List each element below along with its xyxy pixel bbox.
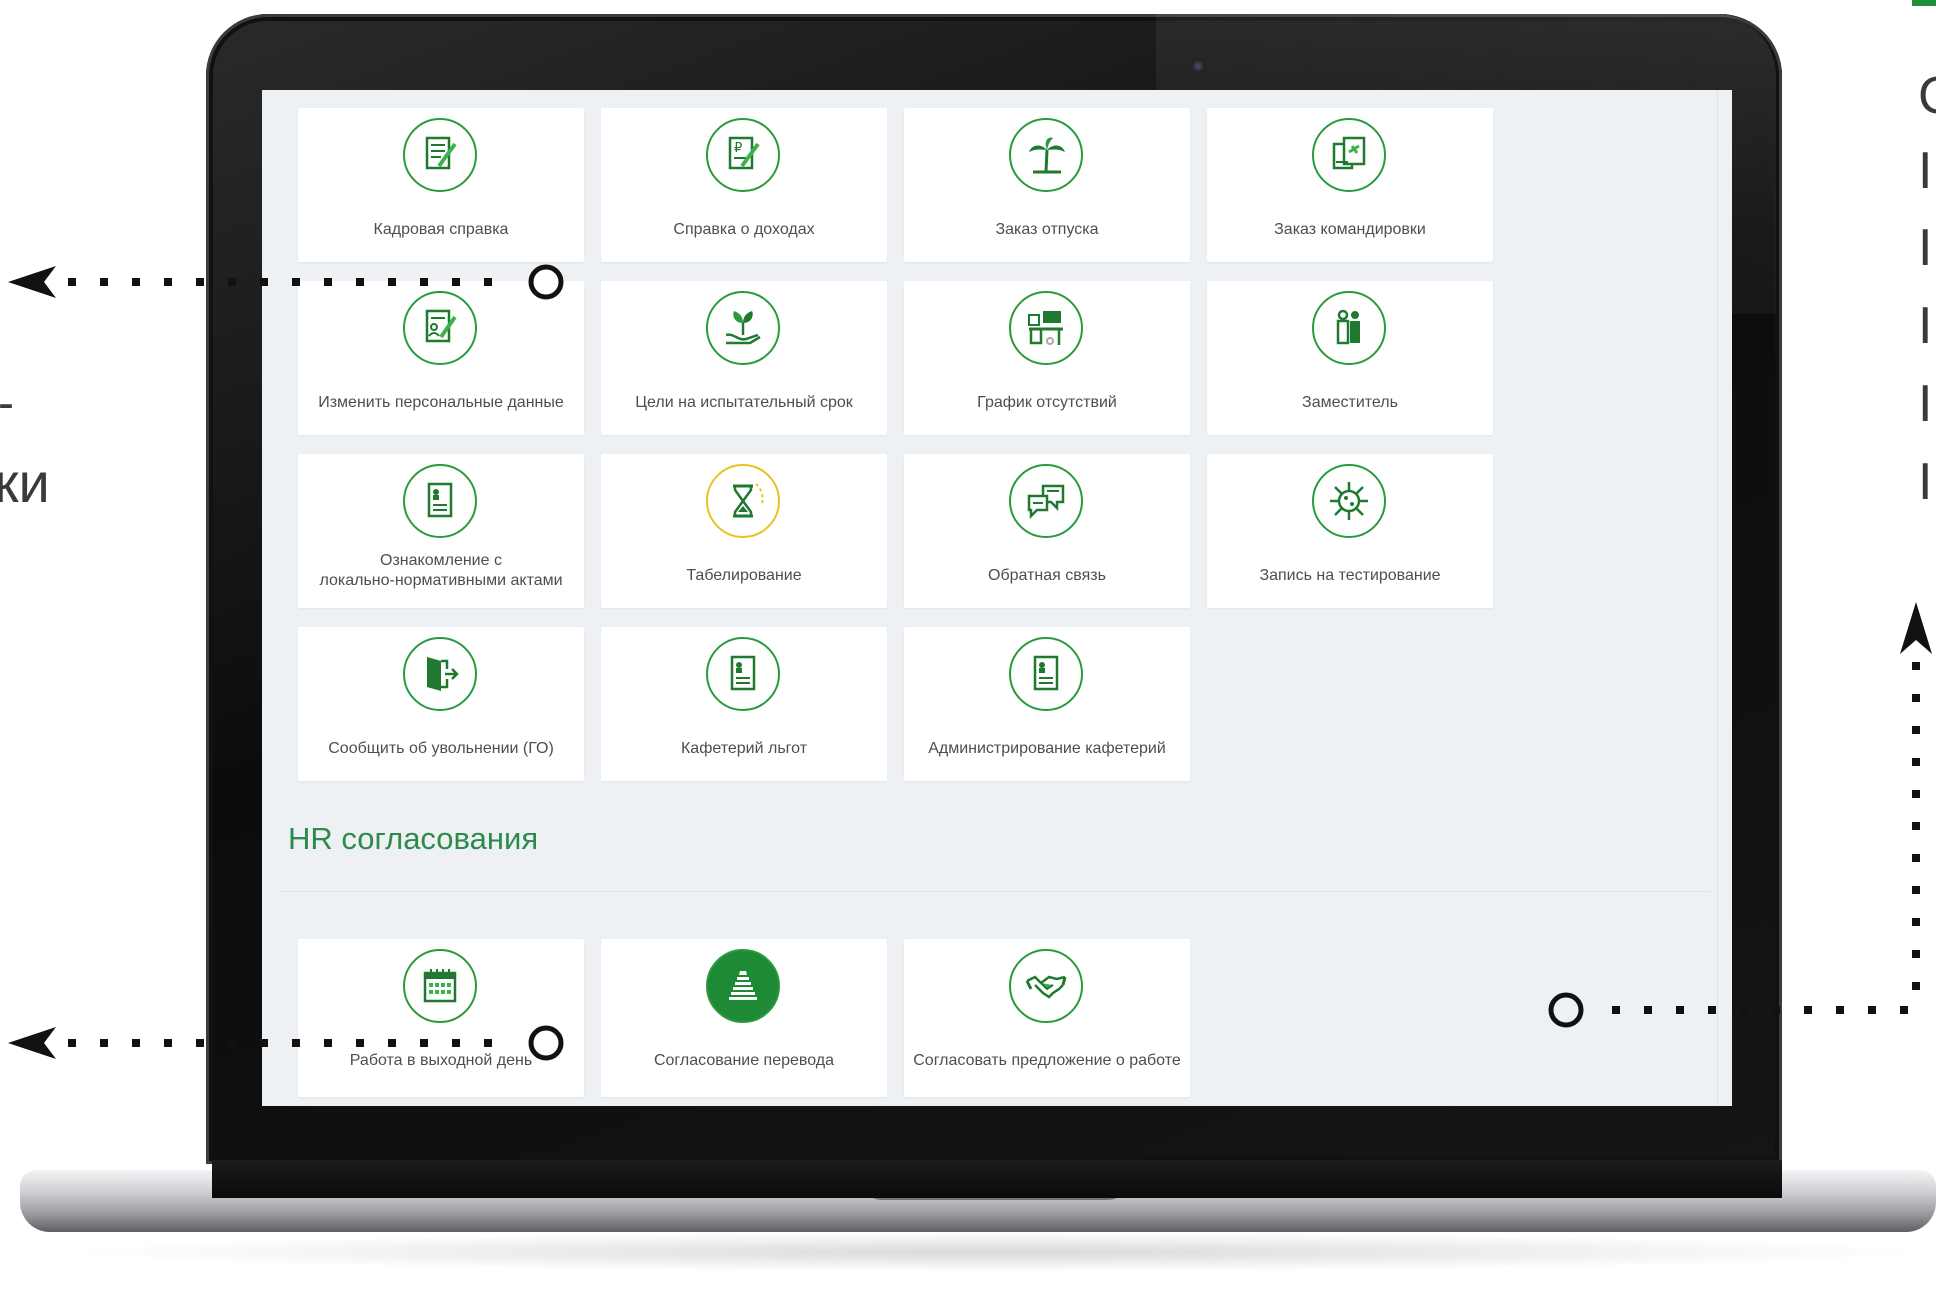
chat-bubbles-icon: [1009, 464, 1083, 538]
card-label: Сообщить об увольнении (ГО): [328, 740, 554, 757]
card-label: Кадровая справка: [373, 221, 509, 238]
card-label: Заказ отпуска: [995, 221, 1099, 238]
card-label: Ознакомление с локально-нормативными акт…: [298, 551, 584, 591]
handshake-icon: [1009, 949, 1083, 1023]
card-benefits-cafeteria[interactable]: Кафетерий льгот: [601, 627, 887, 781]
badge-document-icon: [403, 464, 477, 538]
card-label: Справка о доходах: [673, 221, 815, 238]
card-probation-goals[interactable]: Цели на испытательный срок: [601, 281, 887, 435]
card-change-personal-data[interactable]: Изменить персональные данные: [298, 281, 584, 435]
laptop-shadow: [60, 1232, 1936, 1272]
card-label: Работа в выходной день: [349, 1052, 533, 1069]
card-job-offer-approval[interactable]: Согласовать предложение о работе: [904, 939, 1190, 1097]
card-testing-signup[interactable]: Запись на тестирование: [1207, 454, 1493, 608]
right-edge-text-fragment: I: [1918, 219, 1933, 277]
ruble-document-icon: ₽: [706, 118, 780, 192]
card-timesheet[interactable]: Табелирование: [601, 454, 887, 608]
card-weekend-work[interactable]: Работа в выходной день: [298, 939, 584, 1097]
travel-documents-icon: [1312, 118, 1386, 192]
right-edge-text-fragment: I: [1918, 453, 1933, 511]
badge-document-icon: [1009, 637, 1083, 711]
card-report-dismissal[interactable]: Сообщить об увольнении (ГО): [298, 627, 584, 781]
palm-tree-icon: [1009, 118, 1083, 192]
profile-edit-icon: [403, 291, 477, 365]
document-pen-icon: [403, 118, 477, 192]
virus-icon: [1312, 464, 1386, 538]
webcam-icon: [1191, 59, 1205, 73]
plant-hand-icon: [706, 291, 780, 365]
card-label: Изменить персональные данные: [318, 394, 564, 411]
app-screen: Кадровая справка ₽ Справка о доходах Зак…: [262, 90, 1732, 1106]
card-feedback[interactable]: Обратная связь: [904, 454, 1190, 608]
right-edge-text-fragment: I: [1918, 375, 1933, 433]
card-label: Заместитель: [1302, 394, 1398, 411]
desk-schedule-icon: [1009, 291, 1083, 365]
card-label: Табелирование: [686, 567, 802, 584]
card-vacation-order[interactable]: Заказ отпуска: [904, 108, 1190, 262]
card-hr-certificate[interactable]: Кадровая справка: [298, 108, 584, 262]
card-label: Согласовать предложение о работе: [913, 1052, 1181, 1069]
left-edge-text-fragment: ки: [0, 451, 50, 514]
badge-document-icon: [706, 637, 780, 711]
card-transfer-approval[interactable]: Согласование перевода: [601, 939, 887, 1097]
card-label: Цели на испытательный срок: [635, 394, 853, 411]
card-label: График отсутствий: [977, 394, 1117, 411]
card-business-trip-order[interactable]: Заказ командировки: [1207, 108, 1493, 262]
card-income-certificate[interactable]: ₽ Справка о доходах: [601, 108, 887, 262]
card-label: Согласование перевода: [653, 1052, 835, 1069]
card-label: Заказ командировки: [1274, 221, 1426, 238]
content-edge: [1717, 90, 1718, 1106]
calendar-icon: [403, 949, 477, 1023]
exit-door-icon: [403, 637, 477, 711]
card-label: Обратная связь: [988, 567, 1106, 584]
card-label: Кафетерий льгот: [680, 740, 808, 757]
card-label: Администрирование кафетерий: [928, 740, 1166, 757]
section-title-hr-approvals: HR согласования: [288, 821, 539, 856]
stairs-icon: [706, 949, 780, 1023]
right-edge-green-accent: [1912, 0, 1936, 6]
right-edge-text-fragment: I: [1918, 142, 1933, 200]
left-edge-dash-fragment: -: [0, 380, 14, 428]
card-cafeteria-admin[interactable]: Администрирование кафетерий: [904, 627, 1190, 781]
card-local-regulations[interactable]: Ознакомление с локально-нормативными акт…: [298, 454, 584, 608]
section-divider: [280, 891, 1710, 892]
card-label-line: локально-нормативными актами: [319, 572, 563, 589]
hourglass-icon: [706, 464, 780, 538]
two-people-icon: [1312, 291, 1386, 365]
card-deputy[interactable]: Заместитель: [1207, 281, 1493, 435]
right-edge-text-fragment: C: [1918, 70, 1936, 122]
card-label-line: Ознакомление с: [380, 552, 502, 569]
card-label: Запись на тестирование: [1259, 567, 1441, 584]
right-edge-text-fragment: I: [1918, 297, 1933, 355]
laptop-bottom-bezel: [212, 1160, 1782, 1198]
svg-text:₽: ₽: [734, 141, 742, 156]
card-absence-schedule[interactable]: График отсутствий: [904, 281, 1190, 435]
